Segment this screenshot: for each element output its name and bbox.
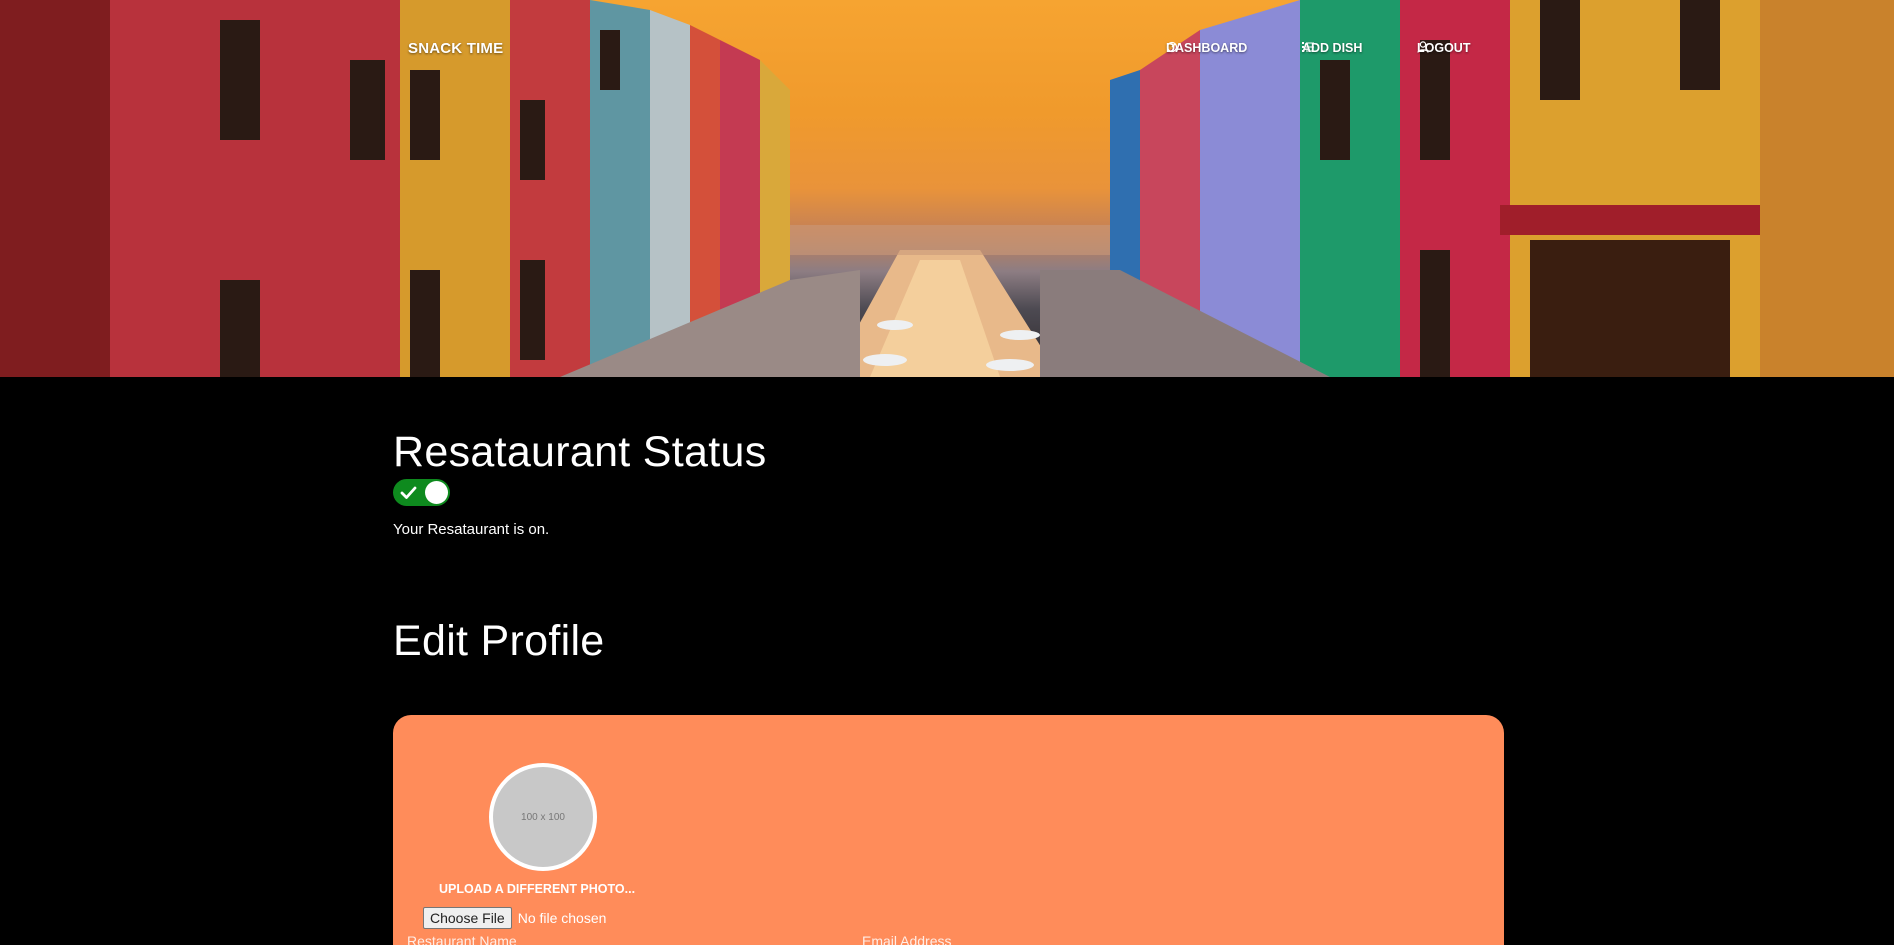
avatar: 100 x 100 [489, 763, 597, 871]
check-icon [400, 486, 417, 499]
choose-file-button[interactable]: Choose File [423, 907, 512, 929]
file-status-text: No file chosen [517, 910, 607, 926]
toggle-knob [425, 481, 448, 504]
edit-profile-card: 100 x 100 UPLOAD A DIFFERENT PHOTO... Ch… [393, 715, 1504, 945]
restaurant-status-toggle[interactable] [393, 479, 450, 506]
nav-dashboard[interactable]: DASHBOARD [1166, 41, 1247, 55]
upload-photo-label: UPLOAD A DIFFERENT PHOTO... [439, 882, 636, 896]
nav-dashboard-label: DASHBOARD [1166, 41, 1248, 55]
nav-logout[interactable]: LOGOUT [1417, 41, 1470, 55]
avatar-placeholder-text: 100 x 100 [521, 811, 565, 823]
hero-banner: SNACK TIME DASHBOARD ADD DISH LOGOUT [0, 0, 1894, 377]
file-input: Choose File No file chosen [423, 907, 606, 929]
status-message: Your Resataurant is on. [393, 521, 550, 538]
dashboard-icon [1166, 41, 1178, 53]
email-address-label: Email Address [862, 933, 952, 945]
edit-profile-heading: Edit Profile [393, 617, 605, 665]
user-icon [1417, 41, 1429, 53]
brand-logo[interactable]: SNACK TIME [408, 40, 503, 57]
top-nav: SNACK TIME DASHBOARD ADD DISH LOGOUT [0, 38, 1894, 60]
nav-add-dish[interactable]: ADD DISH [1302, 41, 1362, 55]
list-icon [1302, 42, 1314, 52]
restaurant-name-label: Restaurant Name [407, 933, 517, 945]
status-heading: Resataurant Status [393, 428, 767, 476]
